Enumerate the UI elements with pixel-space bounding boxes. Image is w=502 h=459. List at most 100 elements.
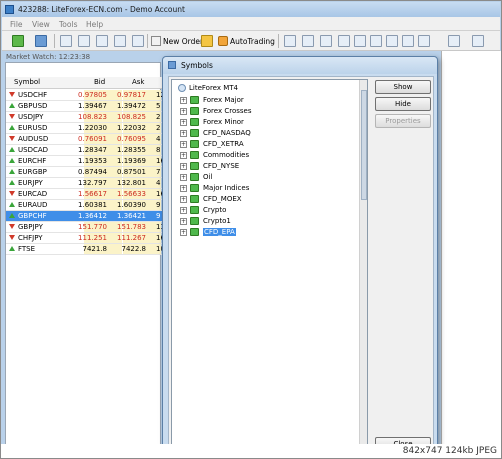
- tree-group-item[interactable]: + CFD_NYSE: [180, 161, 239, 171]
- expand-icon[interactable]: +: [180, 96, 187, 104]
- symbols-dialog: Symbols LiteForex MT4 + Forex Major + Forex…: [162, 56, 438, 456]
- tree-group-item[interactable]: + CFD_NASDAQ: [180, 128, 251, 138]
- market-watch-row[interactable]: EURCHF 1.19353 1.19369 16: [6, 156, 165, 167]
- column-ask[interactable]: Ask: [132, 78, 145, 86]
- expand-icon[interactable]: +: [180, 184, 187, 192]
- tree-group-item[interactable]: + Crypto: [180, 205, 226, 215]
- new-order-button[interactable]: New Order: [151, 34, 203, 48]
- tree-group-item[interactable]: + Oil: [180, 172, 212, 182]
- expand-icon[interactable]: +: [180, 206, 187, 214]
- tree-group-item[interactable]: + Crypto1: [180, 216, 231, 226]
- column-symbol[interactable]: Symbol: [14, 78, 40, 86]
- bid-cell: 0.97805: [78, 91, 107, 99]
- tree-group-item[interactable]: + Forex Crosses: [180, 106, 251, 116]
- spread-cell: 4: [156, 135, 161, 143]
- symbol-cell: GBPJPY: [18, 223, 43, 231]
- market-watch-row[interactable]: GBPUSD 1.39467 1.39472 5: [6, 101, 162, 112]
- autotrading-button[interactable]: AutoTrading: [218, 34, 275, 48]
- menu-file[interactable]: File: [10, 20, 23, 29]
- arrow-up-icon: [9, 158, 15, 163]
- navigator-icon[interactable]: [114, 35, 126, 47]
- symbol-cell: EURAUD: [18, 201, 48, 209]
- market-watch-panel: Market Watch: 12:23:38 Symbol Bid Ask US…: [5, 53, 165, 452]
- expand-icon[interactable]: +: [180, 107, 187, 115]
- market-watch-row[interactable]: GBPJPY 151.770 151.783 13: [6, 222, 165, 233]
- folder-icon: [190, 162, 199, 170]
- toolbar: New Order AutoTrading: [2, 31, 500, 51]
- chart-shift-icon[interactable]: [402, 35, 414, 47]
- tree-group-item[interactable]: + CFD_MOEX: [180, 194, 242, 204]
- expand-icon[interactable]: +: [180, 162, 187, 170]
- expand-icon[interactable]: +: [180, 129, 187, 137]
- market-watch-row[interactable]: CHFJPY 111.251 111.267 16: [6, 233, 165, 244]
- chart-area: [441, 51, 501, 456]
- auto-scroll-icon[interactable]: [386, 35, 398, 47]
- expand-icon[interactable]: +: [180, 140, 187, 148]
- market-watch-row[interactable]: AUDUSD 0.76091 0.76095 4: [6, 134, 162, 145]
- data-window-icon[interactable]: [96, 35, 108, 47]
- hide-button[interactable]: Hide: [375, 97, 431, 111]
- menu-tools[interactable]: Tools: [59, 20, 77, 29]
- terminal-window: 423288: LiteForex-ECN.com - Demo Account…: [0, 0, 502, 459]
- candlestick-icon[interactable]: [302, 35, 314, 47]
- tree-root[interactable]: LiteForex MT4: [178, 84, 238, 92]
- folder-icon: [190, 107, 199, 115]
- market-watch-row[interactable]: EURCAD 1.56617 1.56633 16: [6, 189, 165, 200]
- column-bid[interactable]: Bid: [94, 78, 105, 86]
- new-chart-icon[interactable]: [12, 35, 24, 47]
- folder-icon: [190, 217, 199, 225]
- indicators-icon[interactable]: [418, 35, 430, 47]
- market-watch-row[interactable]: GBPCHF 1.36412 1.36421 9: [6, 211, 162, 222]
- tree-scrollbar[interactable]: [359, 80, 367, 450]
- market-watch-row[interactable]: USDCHF 0.97805 0.97817 12: [6, 90, 165, 101]
- expand-icon[interactable]: +: [180, 118, 187, 126]
- expand-icon[interactable]: +: [180, 173, 187, 181]
- expand-icon[interactable]: +: [180, 217, 187, 225]
- market-watch-row[interactable]: FTSE 7421.8 7422.8 10: [6, 244, 165, 255]
- expand-icon[interactable]: +: [180, 228, 187, 236]
- zoom-out-icon[interactable]: [354, 35, 366, 47]
- scrollbar-thumb[interactable]: [361, 90, 367, 200]
- terminal-icon[interactable]: [132, 35, 144, 47]
- line-chart-icon[interactable]: [320, 35, 332, 47]
- expand-icon[interactable]: +: [180, 151, 187, 159]
- arrow-down-icon: [9, 114, 15, 119]
- folder-icon: [190, 96, 199, 104]
- chart-window-icon[interactable]: [60, 35, 72, 47]
- show-button[interactable]: Show: [375, 80, 431, 94]
- market-watch-icon[interactable]: [78, 35, 90, 47]
- metaeditor-icon[interactable]: [201, 35, 213, 47]
- market-watch-row[interactable]: USDJPY 108.823 108.825 2: [6, 112, 162, 123]
- spread-cell: 7: [156, 168, 161, 176]
- arrow-up-icon: [9, 125, 15, 130]
- arrow-down-icon: [9, 235, 15, 240]
- tree-group-item[interactable]: + Major Indices: [180, 183, 249, 193]
- periods-icon[interactable]: [448, 35, 460, 47]
- tree-group-item[interactable]: + Commodities: [180, 150, 249, 160]
- market-watch-row[interactable]: EURAUD 1.60381 1.60390 9: [6, 200, 162, 211]
- bar-chart-icon[interactable]: [284, 35, 296, 47]
- arrow-down-icon: [9, 191, 15, 196]
- market-watch-row[interactable]: EURUSD 1.22030 1.22032 2: [6, 123, 162, 134]
- ask-cell: 1.39472: [117, 102, 146, 110]
- ask-cell: 1.19369: [117, 157, 146, 165]
- zoom-in-icon[interactable]: [338, 35, 350, 47]
- properties-button[interactable]: Properties: [375, 114, 431, 128]
- menu-view[interactable]: View: [32, 20, 50, 29]
- market-watch-row[interactable]: EURJPY 132.797 132.801 4: [6, 178, 162, 189]
- arrow-up-icon: [9, 246, 15, 251]
- templates-icon[interactable]: [472, 35, 484, 47]
- symbol-cell: EURCHF: [18, 157, 47, 165]
- menu-help[interactable]: Help: [86, 20, 103, 29]
- tree-group-item[interactable]: + CFD_XETRA: [180, 139, 244, 149]
- tree-group-item[interactable]: + Forex Major: [180, 95, 244, 105]
- expand-icon[interactable]: +: [180, 195, 187, 203]
- autotrading-label: AutoTrading: [230, 36, 275, 46]
- market-watch-row[interactable]: USDCAD 1.28347 1.28355 8: [6, 145, 162, 156]
- tree-group-item[interactable]: + CFD_EPA: [180, 227, 236, 237]
- tree-group-item[interactable]: + Forex Minor: [180, 117, 244, 127]
- symbols-tree[interactable]: LiteForex MT4 + Forex Major + Forex Crosses…: [171, 79, 368, 451]
- profiles-icon[interactable]: [35, 35, 47, 47]
- market-watch-row[interactable]: EURGBP 0.87494 0.87501 7: [6, 167, 162, 178]
- tile-windows-icon[interactable]: [370, 35, 382, 47]
